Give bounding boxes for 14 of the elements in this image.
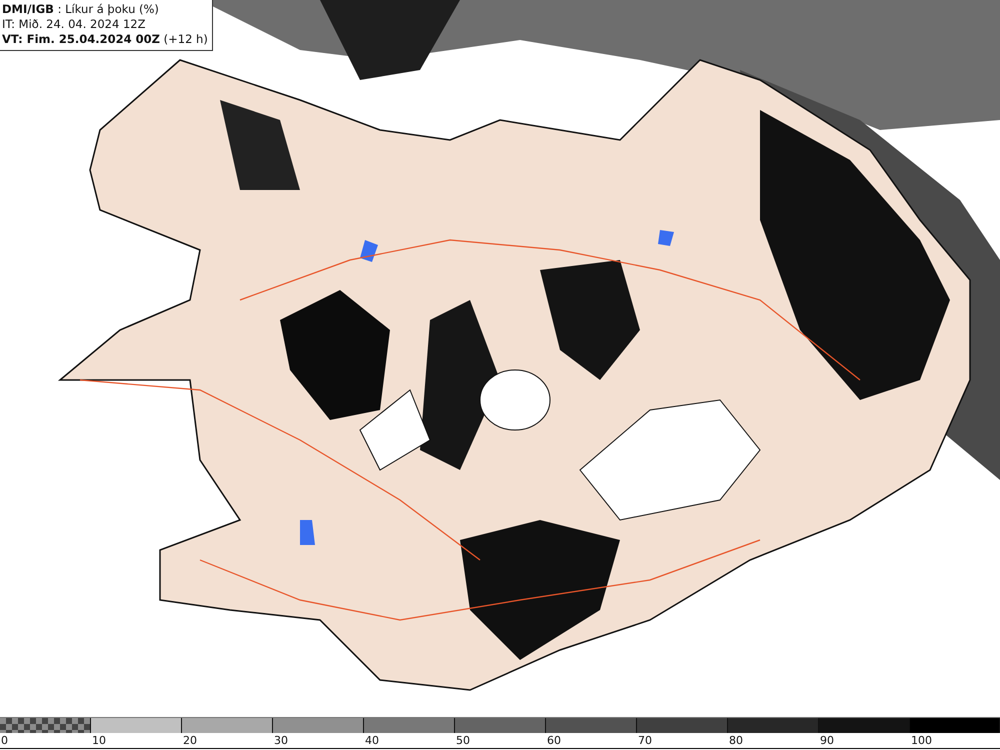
header-text: DMI/IGB : Líkur á þoku (%) — [2, 2, 160, 17]
legend-label: 60 — [546, 733, 562, 748]
header-text: IT: Mið. 24. 04. 2024 12Z — [2, 17, 146, 32]
legend-label: 80 — [728, 733, 744, 748]
legend-label: 30 — [273, 733, 289, 748]
legend-label: 10 — [91, 733, 107, 748]
legend-label: 20 — [182, 733, 198, 748]
legend-label: 90 — [819, 733, 835, 748]
legend-label: 100 — [910, 733, 933, 748]
legend-label: 40 — [364, 733, 380, 748]
legend-label: 50 — [455, 733, 471, 748]
legend-label: 70 — [637, 733, 653, 748]
header-text: VT: Fim. 25.04.2024 00Z (+12 h) — [2, 32, 208, 47]
legend-label: 0 — [0, 733, 9, 748]
